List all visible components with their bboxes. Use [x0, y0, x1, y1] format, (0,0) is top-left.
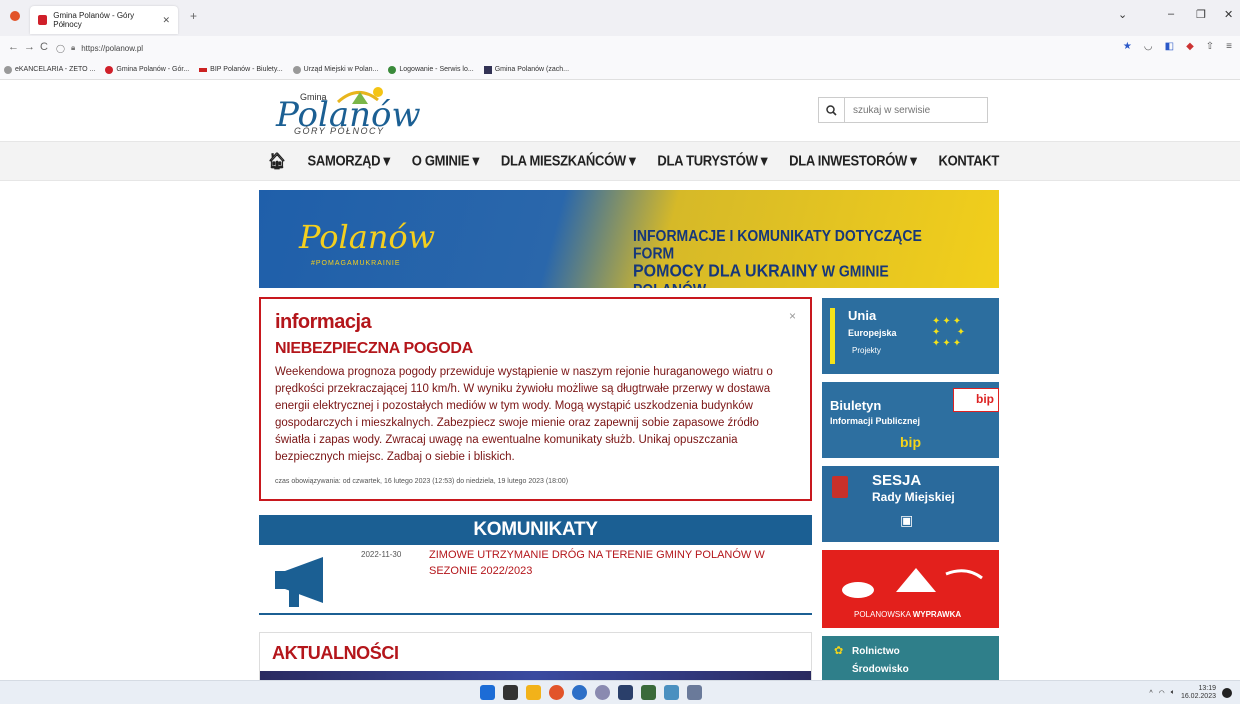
close-window-icon[interactable]: ✕	[1224, 8, 1233, 21]
back-icon[interactable]: ←	[8, 41, 19, 53]
volume-icon[interactable]: 🔈︎	[1171, 689, 1175, 697]
alert-validity: czas obowiązywania: od czwartek, 16 lute…	[275, 478, 569, 485]
search-button[interactable]	[819, 98, 845, 122]
banner-logo: Polanów	[299, 218, 436, 256]
nav-o-gminie[interactable]: O GMINIE ▾	[412, 152, 479, 172]
ukraine-banner[interactable]: Polanów #POMAGAMUKRAINIE INFORMACJE I KO…	[259, 190, 999, 288]
sesja-link[interactable]: SESJA Rady Miejskiej ▣	[822, 466, 999, 542]
bip-link[interactable]: bip Biuletyn Informacji Publicznej bip	[822, 382, 999, 458]
pocket-icon[interactable]: ◡	[1144, 41, 1153, 52]
aktualnosci-heading: AKTUALNOŚCI	[272, 643, 399, 663]
taskview-icon[interactable]	[503, 685, 518, 700]
share-icon[interactable]: ⇧	[1206, 41, 1214, 52]
extension-icon[interactable]: ◧	[1165, 41, 1174, 52]
tab-list-icon[interactable]: ⌄	[1118, 8, 1127, 21]
search-input[interactable]	[845, 98, 985, 122]
nav-dla-mieszkancow[interactable]: DLA MIESZKAŃCÓW ▾	[501, 152, 636, 172]
bookmark-item[interactable]: Urząd Miejski w Polan...	[292, 65, 378, 74]
app-icon[interactable]	[595, 685, 610, 700]
app-icon[interactable]	[641, 685, 656, 700]
komunikat-link[interactable]: ZIMOWE UTRZYMANIE DRÓG NA TERENIE GMINY …	[429, 547, 789, 579]
url-bar[interactable]: ◯ 🔒︎ https://polanow.pl	[56, 39, 1086, 57]
bookmark-item[interactable]: BIP Polanów - Biulety...	[199, 66, 283, 73]
tab-title: Gmina Polanów - Góry Północy	[53, 11, 135, 29]
favicon-icon	[199, 67, 208, 72]
bookmark-item[interactable]: Gmina Polanów (zach...	[483, 65, 569, 74]
app-icon[interactable]	[687, 685, 702, 700]
favicon-icon	[388, 65, 397, 74]
eu-projects-link[interactable]: Unia Europejska Projekty ✦✦✦ ✦ ✦ ✦✦✦	[822, 298, 999, 374]
browser-tab[interactable]: Gmina Polanów - Góry Północy ✕	[30, 6, 178, 34]
accent-bar	[830, 308, 835, 364]
reload-icon[interactable]: C	[40, 41, 48, 53]
addon-icon[interactable]: ◆	[1186, 41, 1194, 52]
windows-taskbar: ^ ◠ 🔈︎ 13:19 16.02.2023	[0, 680, 1240, 704]
favicon-icon	[483, 65, 492, 74]
tab-close-icon[interactable]: ✕	[162, 15, 170, 26]
komunikaty-heading: KOMUNIKATY	[259, 515, 812, 545]
notification-icon[interactable]	[1222, 688, 1232, 698]
logo-small-text: Gmina	[300, 92, 327, 102]
logo-tagline: GÓRY PÓŁNOCY	[294, 126, 385, 136]
clock[interactable]: 13:19 16.02.2023	[1181, 685, 1216, 701]
url-text: https://polanow.pl	[81, 43, 144, 53]
site-search	[818, 97, 988, 123]
nav-dla-inwestorow[interactable]: DLA INWESTORÓW ▾	[789, 152, 917, 172]
browser-toolbar-icons: ★ ◡ ◧ ◆ ⇧ ≡	[1123, 41, 1232, 52]
home-icon[interactable]: 🏠︎	[268, 152, 286, 172]
nav-kontakt[interactable]: KONTAKT	[939, 152, 1000, 172]
menu-icon[interactable]: ≡	[1226, 41, 1232, 52]
aktualnosci-section: AKTUALNOŚCI	[259, 632, 812, 681]
app-icon[interactable]	[618, 685, 633, 700]
bookmark-item[interactable]: eKANCELARIA - ZETO ...	[4, 65, 95, 74]
new-tab-icon[interactable]: +	[190, 9, 197, 23]
komunikat-date: 2022-11-30	[361, 550, 402, 559]
tray-chevron-icon[interactable]: ^	[1149, 690, 1152, 697]
browser-tab-bar: Gmina Polanów - Góry Północy ✕ + ⌄ – ❐ ✕	[0, 0, 1240, 36]
bookmark-item[interactable]: Logowanie - Serwis lo...	[388, 65, 474, 74]
forward-icon[interactable]: →	[24, 41, 35, 53]
bookmark-item[interactable]: Gmina Polanów - Gór...	[105, 65, 189, 74]
nav-dla-turystow[interactable]: DLA TURYSTÓW ▾	[657, 152, 767, 172]
rolnictwo-link[interactable]: ✿ Rolnictwo Środowisko	[822, 636, 999, 680]
plant-icon: ✿	[834, 645, 844, 657]
alert-label: informacja	[275, 311, 372, 333]
stork-icon	[842, 568, 983, 598]
start-icon[interactable]	[480, 685, 495, 700]
edge-icon[interactable]	[572, 685, 587, 700]
alert-title: NIEBEZPIECZNA POGODA	[275, 340, 473, 357]
eu-stars-icon: ✦✦✦ ✦ ✦ ✦✦✦	[932, 316, 968, 349]
screen-icon: ▣	[900, 512, 914, 528]
app-icon[interactable]	[664, 685, 679, 700]
minimize-icon[interactable]: –	[1168, 8, 1174, 20]
favicon-icon	[105, 65, 114, 74]
site-logo[interactable]: Polanów Gmina GÓRY PÓŁNOCY	[268, 82, 448, 138]
shield-icon: ◯	[56, 43, 65, 53]
lock-icon: 🔒︎	[70, 43, 76, 52]
megaphone-icon	[275, 557, 323, 607]
banner-hashtag: #POMAGAMUKRAINIE	[311, 260, 401, 267]
weather-alert: × informacja NIEBEZPIECZNA POGODA Weeken…	[259, 297, 812, 501]
wyprawka-link[interactable]: POLANOWSKA WYPRAWKA	[822, 550, 999, 628]
network-icon[interactable]: ◠	[1159, 689, 1165, 697]
list-item: 2022-11-30 ZIMOWE UTRZYMANIE DRÓG NA TER…	[259, 545, 812, 615]
coat-of-arms-icon	[832, 476, 848, 498]
firefox-icon[interactable]	[10, 11, 20, 21]
bookmarks-bar: eKANCELARIA - ZETO ... Gmina Polanów - G…	[0, 60, 1240, 80]
bookmark-star-icon[interactable]: ★	[1123, 41, 1132, 52]
main-navigation: 🏠︎ SAMORZĄD ▾ O GMINIE ▾ DLA MIESZKAŃCÓW…	[0, 141, 1240, 181]
tab-favicon-icon	[38, 15, 48, 25]
restore-icon[interactable]: ❐	[1196, 8, 1206, 21]
close-alert-icon[interactable]: ×	[789, 309, 796, 323]
alert-body: Weekendowa prognoza pogody przewiduje wy…	[275, 366, 773, 463]
globe-icon	[4, 65, 12, 74]
bip-badge: bip	[953, 388, 999, 412]
banner-text: INFORMACJE I KOMUNIKATY DOTYCZĄCE FORM P…	[633, 226, 922, 288]
globe-icon	[292, 65, 301, 74]
firefox-taskbar-icon[interactable]	[549, 685, 564, 700]
browser-nav-bar: ← → C ◯ 🔒︎ https://polanow.pl ★ ◡ ◧ ◆ ⇧ …	[0, 36, 1240, 60]
search-icon	[826, 104, 837, 116]
explorer-icon[interactable]	[526, 685, 541, 700]
nav-samorzad[interactable]: SAMORZĄD ▾	[307, 152, 390, 172]
